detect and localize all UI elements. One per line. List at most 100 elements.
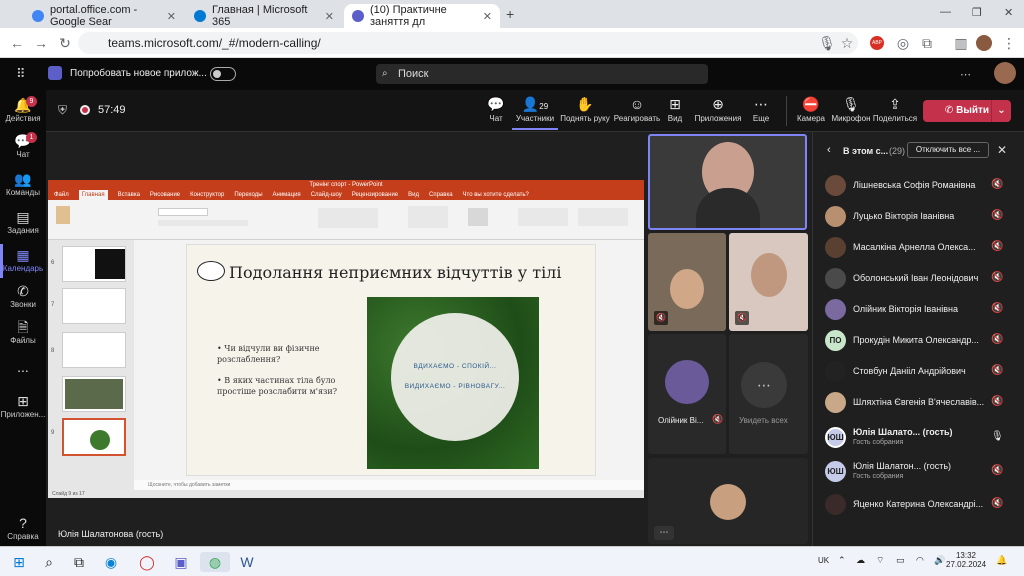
video-tile-active-speaker[interactable] xyxy=(648,134,807,230)
rail-item-help[interactable]: ? Справка xyxy=(0,514,46,550)
ppt-menu-item[interactable]: Слайд-шоу xyxy=(311,190,342,200)
browser-tab[interactable]: Главная | Microsoft 365 ✕ xyxy=(186,4,342,28)
clock[interactable]: 13:32 27.02.2024 xyxy=(946,551,986,569)
back-icon[interactable]: ← xyxy=(8,34,26,52)
close-icon[interactable]: ✕ xyxy=(167,10,176,23)
participant-row[interactable]: Масалкіна Арнелла Олекса... 🔇 xyxy=(813,232,1024,263)
teams-icon[interactable]: ▣ xyxy=(170,552,192,572)
rail-item-activity[interactable]: 🔔 9 Действия xyxy=(0,96,46,132)
rail-item-apps[interactable]: ⊞ Приложен... xyxy=(0,392,46,428)
extensions-icon[interactable]: ⧉ xyxy=(918,34,936,52)
browser-tab[interactable]: portal.office.com - Google Sear ✕ xyxy=(24,4,184,28)
windows-start-icon[interactable]: ⊞ xyxy=(8,552,30,572)
see-all-tile[interactable]: ⋯ Увидеть всех xyxy=(729,334,808,454)
ppt-menu-item[interactable]: Файл xyxy=(54,190,69,200)
rail-item-files[interactable]: 🗎 Файлы xyxy=(0,318,46,354)
participant-row[interactable]: Оболонський Іван Леонідович 🔇 xyxy=(813,263,1024,294)
ppt-menu-item[interactable]: Что вы хотите сделать? xyxy=(463,190,529,200)
self-video-tile[interactable]: ⋯ xyxy=(648,458,808,544)
slide-thumb[interactable] xyxy=(62,288,126,324)
shield-icon[interactable]: ⛨ xyxy=(58,103,67,118)
language-indicator[interactable]: UK xyxy=(818,556,829,565)
more-button[interactable]: ⋯ Еще xyxy=(738,94,784,123)
ppt-menu-item[interactable]: Вставка xyxy=(118,190,140,200)
window-close-icon[interactable]: ✕ xyxy=(1004,6,1013,19)
slide-thumb[interactable] xyxy=(62,376,126,412)
ppt-menu-item[interactable]: Рецензирование xyxy=(352,190,398,200)
participant-row[interactable]: Луцько Вікторія Іванівна 🔇 xyxy=(813,201,1024,232)
notes-area[interactable]: Щоскните, чтобы добавить заметки xyxy=(134,480,644,490)
try-new-toggle[interactable] xyxy=(210,67,236,81)
globe-icon[interactable]: ◎ xyxy=(894,34,912,52)
adblock-icon[interactable]: ABP xyxy=(870,36,884,50)
ppt-menu-item[interactable]: Конструктор xyxy=(190,190,224,200)
leave-button[interactable]: ✆ Выйти ⌄ xyxy=(923,100,1011,122)
share-button[interactable]: ⇪ Поделиться xyxy=(870,94,920,123)
raise-hand-button[interactable]: ✋ Поднять руку xyxy=(558,94,612,123)
user-avatar[interactable] xyxy=(994,62,1016,84)
participant-row[interactable]: ЮШ Юлія Шалатон... (гость) Гость собрани… xyxy=(813,456,1024,487)
more-icon[interactable]: ⋯ xyxy=(654,526,674,540)
chevron-left-icon[interactable]: ‹ xyxy=(827,144,831,156)
restore-icon[interactable]: ❐ xyxy=(972,6,982,19)
rail-item-assignments[interactable]: ▤ Задания xyxy=(0,208,46,244)
participant-row[interactable]: ПО Прокудін Микита Олександр... 🔇 xyxy=(813,325,1024,356)
chevron-up-icon[interactable]: ⌃ xyxy=(838,555,846,566)
chevron-down-icon[interactable]: ⌄ xyxy=(991,100,1011,122)
participant-row[interactable]: Яценко Катерина Олександрі... 🔇 xyxy=(813,489,1024,520)
rail-item-chat[interactable]: 💬 1 Чат xyxy=(0,132,46,168)
camera-icon[interactable]: ▭ xyxy=(896,555,905,566)
participants-button[interactable]: 👤29 Участники xyxy=(512,94,558,130)
search-icon[interactable]: ⌕ xyxy=(38,552,60,572)
notification-icon[interactable]: 🔔 xyxy=(996,555,1007,566)
opera-icon[interactable]: ◯ xyxy=(136,552,158,572)
participant-row[interactable]: Лішневська Софія Романівна 🔇 xyxy=(813,170,1024,201)
app-launcher-icon[interactable]: ⠿ xyxy=(16,66,26,82)
profile-avatar[interactable] xyxy=(976,35,992,51)
font-select[interactable] xyxy=(158,208,208,216)
rail-item-calls[interactable]: ✆ Звонки xyxy=(0,282,46,318)
task-view-icon[interactable]: ⧉ xyxy=(68,552,90,572)
ppt-menu-item[interactable]: Справка xyxy=(429,190,453,200)
close-icon[interactable]: ✕ xyxy=(483,10,492,23)
video-tile[interactable]: 🔇 xyxy=(729,233,808,331)
word-icon[interactable]: W xyxy=(236,552,258,572)
slide-thumb-active[interactable] xyxy=(62,418,126,456)
mute-all-button[interactable]: Отключить все ... xyxy=(907,142,989,158)
forward-icon[interactable]: → xyxy=(32,34,50,52)
volume-icon[interactable]: 🔊 xyxy=(934,555,945,566)
rail-item-more[interactable]: ... xyxy=(0,358,46,394)
rail-item-teams[interactable]: 👥 Команды xyxy=(0,170,46,206)
ppt-menu-item[interactable]: Анимация xyxy=(273,190,301,200)
participant-row[interactable]: Шляхтіна Євгенія В'ячеславів... 🔇 xyxy=(813,387,1024,418)
close-icon[interactable]: ✕ xyxy=(325,10,334,23)
sidepanel-icon[interactable]: ▥ xyxy=(952,34,970,52)
arrange-icon[interactable] xyxy=(468,208,488,226)
minimize-icon[interactable]: — xyxy=(940,6,951,18)
wifi-icon[interactable]: ◠ xyxy=(916,555,924,566)
bookmark-star-icon[interactable]: ☆ xyxy=(838,34,856,52)
cloud-icon[interactable]: ☁ xyxy=(856,555,865,566)
ppt-menu-item[interactable]: Главная xyxy=(78,190,108,200)
participant-row[interactable]: Стовбун Данііл Андрійович 🔇 xyxy=(813,356,1024,387)
ppt-menu-item[interactable]: Рисование xyxy=(150,190,180,200)
new-tab-icon[interactable]: + xyxy=(506,6,514,22)
menu-dots-icon[interactable]: ⋮ xyxy=(1000,34,1018,52)
mic-button[interactable]: 🎙 Микрофон xyxy=(826,94,876,123)
chrome-icon[interactable]: ◍ xyxy=(200,552,230,572)
slide-thumb[interactable] xyxy=(62,332,126,368)
participant-row[interactable]: ЮШ Юлія Шалато... (гость) Гость собрания… xyxy=(813,422,1024,453)
browser-tab-active[interactable]: (10) Практичне заняття дл ✕ xyxy=(344,4,500,28)
shapes-gallery[interactable] xyxy=(408,206,448,228)
mic-icon[interactable]: 🎙 xyxy=(818,34,836,52)
edge-icon[interactable]: ◉ xyxy=(100,552,122,572)
video-tile[interactable]: 🔇 xyxy=(648,233,726,331)
close-icon[interactable]: ✕ xyxy=(997,143,1007,157)
address-bar[interactable]: teams.microsoft.com/_#/modern-calling/ xyxy=(78,32,858,54)
paste-icon[interactable] xyxy=(56,206,70,224)
more-icon[interactable]: ⋯ xyxy=(960,68,971,81)
rail-item-calendar[interactable]: ▦ Календарь xyxy=(0,246,46,282)
ppt-menu-item[interactable]: Вид xyxy=(408,190,419,200)
network-icon[interactable]: ⌔ xyxy=(876,555,884,566)
video-tile[interactable]: Олійник Ві... 🔇 xyxy=(648,334,726,454)
